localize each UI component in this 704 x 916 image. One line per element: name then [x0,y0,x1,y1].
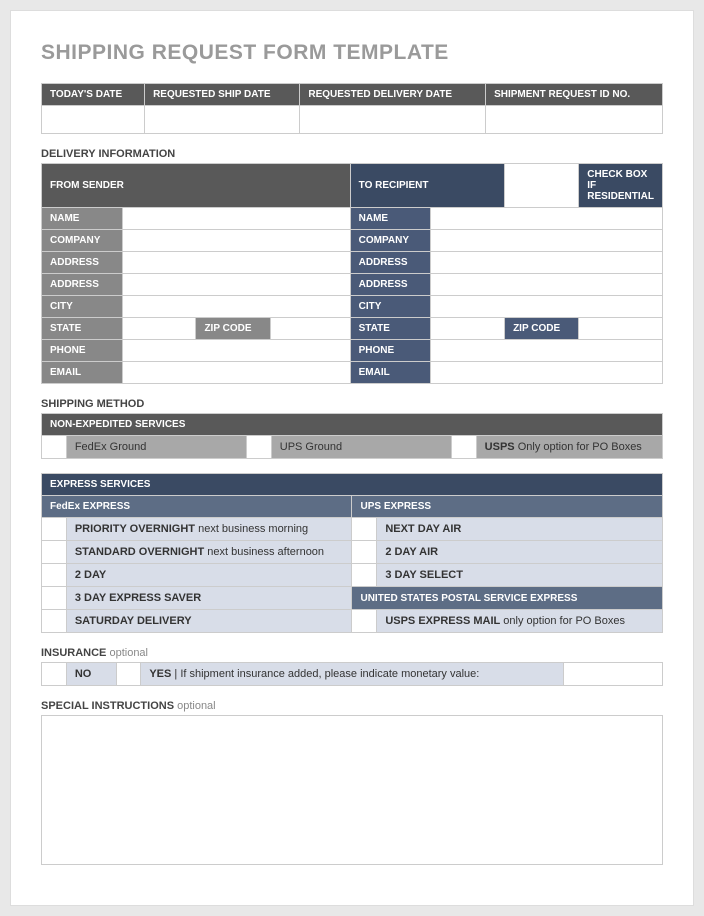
recipient-address2-input[interactable] [431,274,663,296]
sender-company-input[interactable] [122,230,350,252]
to-recipient-header: TO RECIPIENT [350,164,504,208]
insurance-no-label: NO [66,663,116,686]
sender-name-label: NAME [42,208,123,230]
fedex-ground-label: FedEx Ground [66,436,246,459]
input-req-delivery-date[interactable] [300,106,486,134]
recipient-city-label: CITY [350,296,431,318]
sender-phone-label: PHONE [42,340,123,362]
sender-email-label: EMAIL [42,362,123,384]
recipient-address2-label: ADDRESS [350,274,431,296]
delivery-table: FROM SENDER TO RECIPIENT CHECK BOX IF RE… [41,163,663,384]
fedex-express-header: FedEx EXPRESS [42,496,352,518]
express-header: EXPRESS SERVICES [42,474,663,496]
sender-name-input[interactable] [122,208,350,230]
next-day-air-label: NEXT DAY AIR [377,518,663,541]
standard-overnight-checkbox[interactable] [42,541,67,564]
non-expedited-table: NON-EXPEDITED SERVICES FedEx Ground UPS … [41,413,663,459]
form-page: SHIPPING REQUEST FORM TEMPLATE TODAY'S D… [10,10,694,906]
ups-ground-label: UPS Ground [271,436,451,459]
recipient-name-label: NAME [350,208,431,230]
section-delivery-info: DELIVERY INFORMATION [41,148,663,160]
recipient-address1-label: ADDRESS [350,252,431,274]
two-day-checkbox[interactable] [42,564,67,587]
fedex-ground-checkbox[interactable] [42,436,67,459]
recipient-city-input[interactable] [431,296,663,318]
recipient-phone-label: PHONE [350,340,431,362]
two-day-label: 2 DAY [66,564,352,587]
recipient-state-input[interactable] [431,318,505,340]
col-req-delivery-date: REQUESTED DELIVERY DATE [300,84,486,106]
recipient-phone-input[interactable] [431,340,663,362]
sender-address1-label: ADDRESS [42,252,123,274]
section-insurance: INSURANCE optional [41,647,663,659]
two-day-air-label: 2 DAY AIR [377,541,663,564]
priority-overnight-label: PRIORITY OVERNIGHT next business morning [66,518,352,541]
sender-email-input[interactable] [122,362,350,384]
section-shipping-method: SHIPPING METHOD [41,398,663,410]
usps-mail-label: USPS EXPRESS MAIL only option for PO Box… [377,610,663,633]
sender-address2-label: ADDRESS [42,274,123,296]
input-shipment-req-id[interactable] [486,106,663,134]
ups-express-header: UPS EXPRESS [352,496,663,518]
sender-zip-label: ZIP CODE [196,318,270,340]
recipient-email-input[interactable] [431,362,663,384]
input-todays-date[interactable] [42,106,145,134]
two-day-air-checkbox[interactable] [352,541,377,564]
recipient-name-input[interactable] [431,208,663,230]
recipient-state-label: STATE [350,318,431,340]
sender-state-label: STATE [42,318,123,340]
next-day-air-checkbox[interactable] [352,518,377,541]
col-shipment-req-id: SHIPMENT REQUEST ID NO. [486,84,663,106]
priority-overnight-checkbox[interactable] [42,518,67,541]
insurance-yes-checkbox[interactable] [116,663,141,686]
sender-city-label: CITY [42,296,123,318]
residential-label: CHECK BOX IF RESIDENTIAL [579,164,663,208]
recipient-email-label: EMAIL [350,362,431,384]
three-day-saver-checkbox[interactable] [42,587,67,610]
three-day-select-label: 3 DAY SELECT [377,564,663,587]
sender-address1-input[interactable] [122,252,350,274]
from-sender-header: FROM SENDER [42,164,351,208]
insurance-table: NO YES | If shipment insurance added, pl… [41,662,663,686]
sender-address2-input[interactable] [122,274,350,296]
three-day-select-checkbox[interactable] [352,564,377,587]
standard-overnight-label: STANDARD OVERNIGHT next business afterno… [66,541,352,564]
residential-checkbox[interactable] [505,164,579,208]
insurance-no-checkbox[interactable] [42,663,67,686]
recipient-zip-label: ZIP CODE [505,318,579,340]
col-req-ship-date: REQUESTED SHIP DATE [145,84,300,106]
recipient-zip-input[interactable] [579,318,663,340]
insurance-yes-label: YES | If shipment insurance added, pleas… [141,663,563,686]
special-instructions-input[interactable] [41,715,663,865]
page-title: SHIPPING REQUEST FORM TEMPLATE [41,41,663,65]
sender-zip-input[interactable] [270,318,350,340]
input-req-ship-date[interactable] [145,106,300,134]
recipient-company-input[interactable] [431,230,663,252]
usps-express-header: UNITED STATES POSTAL SERVICE EXPRESS [352,587,663,610]
col-todays-date: TODAY'S DATE [42,84,145,106]
usps-ground-label: USPS Only option for PO Boxes [476,436,662,459]
three-day-saver-label: 3 DAY EXPRESS SAVER [66,587,352,610]
sender-company-label: COMPANY [42,230,123,252]
usps-mail-checkbox[interactable] [352,610,377,633]
sender-city-input[interactable] [122,296,350,318]
express-table: EXPRESS SERVICES FedEx EXPRESS UPS EXPRE… [41,473,663,633]
insurance-value-input[interactable] [563,663,662,686]
saturday-checkbox[interactable] [42,610,67,633]
ups-ground-checkbox[interactable] [246,436,271,459]
header-dates-table: TODAY'S DATE REQUESTED SHIP DATE REQUEST… [41,83,663,134]
recipient-address1-input[interactable] [431,252,663,274]
non-expedited-header: NON-EXPEDITED SERVICES [42,414,663,436]
saturday-label: SATURDAY DELIVERY [66,610,352,633]
sender-state-input[interactable] [122,318,196,340]
sender-phone-input[interactable] [122,340,350,362]
usps-ground-checkbox[interactable] [451,436,476,459]
recipient-company-label: COMPANY [350,230,431,252]
section-special-instructions: SPECIAL INSTRUCTIONS optional [41,700,663,712]
